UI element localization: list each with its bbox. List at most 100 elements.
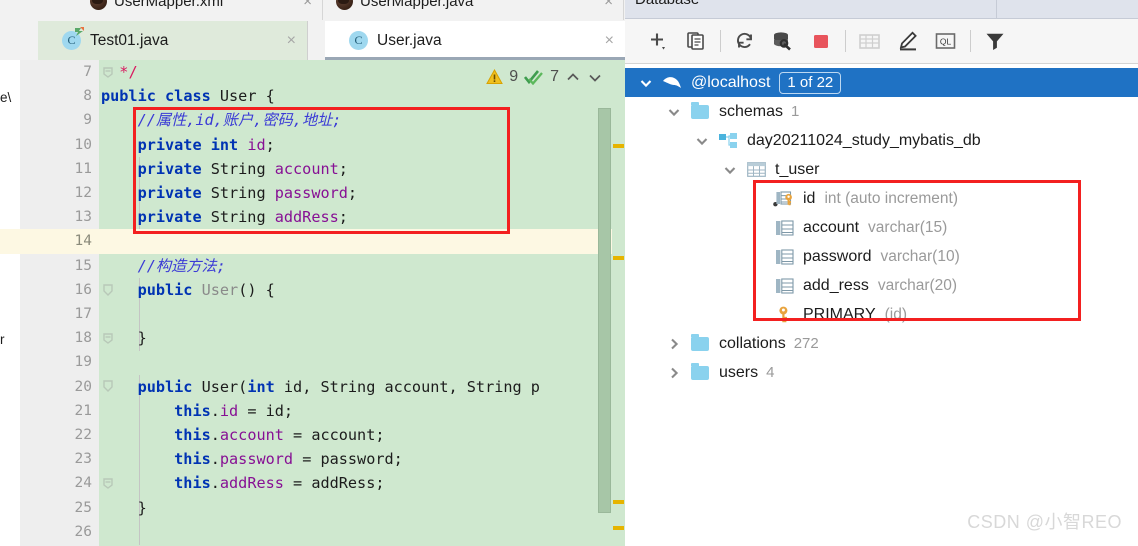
error-stripe-mark[interactable] xyxy=(613,256,624,260)
error-stripe-mark[interactable] xyxy=(613,500,624,504)
code-line[interactable]: 15 //构造方法; xyxy=(0,254,625,278)
code-line[interactable]: 9 //属性,id,账户,密码,地址; xyxy=(0,108,625,132)
code-line[interactable]: 19 xyxy=(0,350,625,374)
code-line[interactable]: 11 private String account; xyxy=(0,157,625,181)
line-number: 7 xyxy=(83,64,92,80)
database-tree[interactable]: @localhost 1 of 22 schemas 1 day20211024_stu… xyxy=(625,65,1138,546)
refresh-button[interactable] xyxy=(726,24,764,58)
background-tab-row: UserMapper.xml × UserMapper.java × xyxy=(0,0,625,21)
code-text: public User(int id, String account, Stri… xyxy=(137,377,540,396)
code-line[interactable]: 18 } xyxy=(0,326,625,350)
line-number: 17 xyxy=(74,306,92,322)
error-stripe-mark[interactable] xyxy=(613,526,624,530)
tab-user-java[interactable]: C User.java × xyxy=(325,21,625,60)
code-line[interactable]: 24 this.addRess = addRess; xyxy=(0,471,625,495)
db-tools-button[interactable] xyxy=(764,24,802,58)
table-view-button[interactable] xyxy=(851,24,889,58)
tree-expand-toggle[interactable] xyxy=(717,163,743,177)
inspection-widget[interactable]: 9 7 xyxy=(486,68,603,86)
tree-node--localhost[interactable]: @localhost 1 of 22 xyxy=(625,68,1138,97)
database-toolbar: QL xyxy=(625,19,1138,64)
chevron-right-icon[interactable] xyxy=(667,366,681,380)
error-stripe[interactable] xyxy=(612,60,625,546)
code-line[interactable]: 17 xyxy=(0,302,625,326)
code-text: //构造方法; xyxy=(101,256,226,275)
java-class-run-icon: C xyxy=(62,27,84,50)
folder-icon xyxy=(687,333,713,351)
filter-funnel-icon xyxy=(986,33,1004,50)
tree-expand-toggle[interactable] xyxy=(661,366,687,380)
code-line[interactable]: 12 private String password; xyxy=(0,181,625,205)
java-class-icon: C xyxy=(349,31,368,50)
add-button[interactable] xyxy=(639,24,677,58)
tree-node-password[interactable]: password varchar(10) xyxy=(625,242,1138,271)
code-text: private String addRess; xyxy=(137,208,348,227)
chevron-down-icon[interactable] xyxy=(723,163,737,177)
tree-expand-toggle[interactable] xyxy=(661,105,687,119)
code-line[interactable]: 22 this.account = account; xyxy=(0,423,625,447)
tree-expand-toggle[interactable] xyxy=(661,337,687,351)
tree-expand-toggle[interactable] xyxy=(689,134,715,148)
stop-square-icon xyxy=(814,35,828,48)
code-line[interactable]: 26 xyxy=(0,520,625,544)
next-problem-icon[interactable] xyxy=(587,71,603,84)
code-text: public class User { xyxy=(101,87,275,106)
tree-node-collations[interactable]: collations 272 xyxy=(625,329,1138,358)
code-line[interactable]: 16 public User() { xyxy=(0,278,625,302)
code-line[interactable]: 25 } xyxy=(0,496,625,520)
database-wrench-icon xyxy=(774,32,791,51)
line-number: 11 xyxy=(74,160,92,177)
tab-label: Test01.java xyxy=(90,31,169,49)
previous-problem-icon[interactable] xyxy=(565,71,581,84)
tab-usermapper-xml[interactable]: UserMapper.xml × xyxy=(78,0,323,20)
tree-node-users[interactable]: users 4 xyxy=(625,358,1138,387)
line-number: 22 xyxy=(74,427,92,443)
close-icon[interactable]: × xyxy=(604,0,613,10)
tree-node-schemas[interactable]: schemas 1 xyxy=(625,97,1138,126)
code-text: this.id = id; xyxy=(174,401,294,420)
tree-node-count: 4 xyxy=(766,364,775,381)
code-line[interactable]: 13 private String addRess; xyxy=(0,205,625,229)
close-icon[interactable]: × xyxy=(303,0,312,10)
schema-icon xyxy=(715,132,741,149)
copy-button[interactable] xyxy=(677,24,715,58)
tree-node-primary[interactable]: PRIMARY (id) xyxy=(625,300,1138,329)
tab-usermapper-java[interactable]: UserMapper.java × xyxy=(324,0,624,20)
close-icon[interactable]: × xyxy=(269,32,296,49)
tree-node-id[interactable]: id int (auto increment) xyxy=(625,184,1138,213)
code-line[interactable]: 23 this.password = password; xyxy=(0,447,625,471)
code-line[interactable]: 20 public User(int id, String account, S… xyxy=(0,375,625,399)
code-line[interactable]: 10 private int id; xyxy=(0,133,625,157)
plus-icon xyxy=(651,33,665,50)
query-console-button[interactable]: QL xyxy=(927,24,965,58)
editor-scrollbar-thumb[interactable] xyxy=(598,108,611,513)
tree-node-t_user[interactable]: t_user xyxy=(625,155,1138,184)
tree-node-count: 1 xyxy=(791,103,800,120)
chevron-down-icon[interactable] xyxy=(667,105,681,119)
code-text: } xyxy=(101,329,147,348)
chevron-down-icon[interactable] xyxy=(639,76,653,90)
line-number: 12 xyxy=(74,185,92,201)
code-text: this.account = account; xyxy=(174,426,385,444)
tree-node-add_ress[interactable]: add_ress varchar(20) xyxy=(625,271,1138,300)
tree-expand-toggle[interactable] xyxy=(633,76,659,90)
code-text: this.password = password; xyxy=(174,450,403,469)
tab-test01-java[interactable]: C Test01.java × xyxy=(38,21,308,60)
error-stripe-mark[interactable] xyxy=(613,144,624,148)
tree-node-account[interactable]: account varchar(15) xyxy=(625,213,1138,242)
chevron-down-icon[interactable] xyxy=(695,134,709,148)
stop-button[interactable] xyxy=(802,24,840,58)
chevron-right-icon[interactable] xyxy=(667,337,681,351)
toolbar-divider xyxy=(845,30,846,52)
tree-node-day20211024_study_mybatis_db[interactable]: day20211024_study_mybatis_db xyxy=(625,126,1138,155)
close-icon[interactable]: × xyxy=(587,32,614,49)
edit-button[interactable] xyxy=(889,24,927,58)
line-number: 18 xyxy=(74,330,92,347)
code-editor[interactable]: e\ r ac xyxy=(0,60,625,546)
code-line[interactable]: 21 this.id = id; xyxy=(0,399,625,423)
code-line[interactable]: 8 public class User { xyxy=(0,84,625,108)
filter-button[interactable] xyxy=(976,24,1014,58)
code-line[interactable]: 14 xyxy=(0,229,625,253)
tree-node-label: id xyxy=(803,189,816,207)
code-text: private String password; xyxy=(137,184,358,202)
